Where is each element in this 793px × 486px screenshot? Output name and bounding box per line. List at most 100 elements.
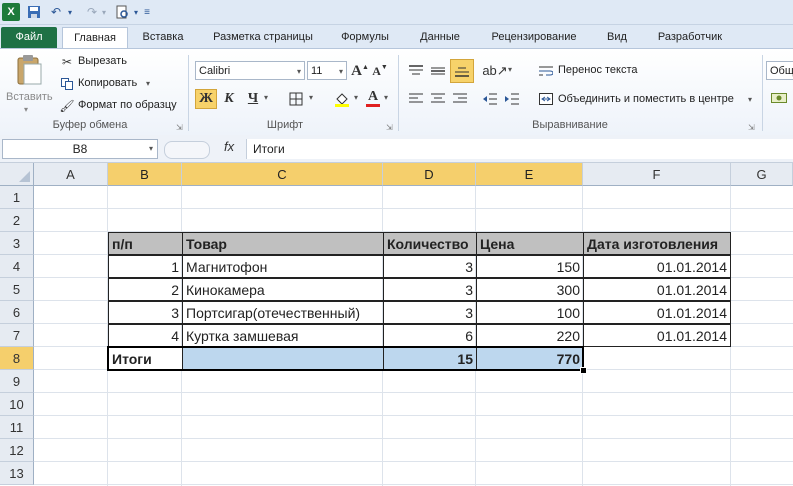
table-cell[interactable]: 6	[383, 324, 477, 347]
font-size-combo[interactable]: 11 ▾	[307, 61, 347, 80]
select-all-button[interactable]	[0, 163, 34, 186]
table-cell[interactable]: Кинокамера	[182, 278, 384, 301]
column-header-d[interactable]: D	[383, 163, 476, 186]
font-color-dropdown-icon[interactable]: ▾	[384, 93, 388, 102]
paste-button[interactable]: Вставить	[6, 91, 53, 103]
copy-button[interactable]: Копировать	[78, 77, 137, 89]
table-cell[interactable]: 220	[476, 324, 584, 347]
name-box[interactable]: B8 ▾	[2, 139, 158, 159]
table-header-cell[interactable]: Дата изготовления	[583, 232, 731, 255]
align-right-icon[interactable]	[450, 89, 470, 109]
orientation-dropdown-icon[interactable]: ▾	[508, 65, 512, 74]
totals-label-cell[interactable]: Итоги	[108, 347, 183, 370]
undo-dropdown-icon[interactable]: ▾	[66, 3, 74, 21]
tab-home[interactable]: Главная	[62, 27, 128, 49]
italic-button[interactable]: К	[220, 89, 238, 109]
borders-icon[interactable]	[286, 89, 306, 109]
table-cell[interactable]: 01.01.2014	[583, 255, 731, 278]
totals-empty-cell[interactable]	[182, 347, 384, 370]
table-cell[interactable]: 4	[108, 324, 183, 347]
table-cell[interactable]: 100	[476, 301, 584, 324]
align-center-icon[interactable]	[428, 89, 448, 109]
merge-dropdown-icon[interactable]: ▾	[748, 95, 752, 104]
align-top-icon[interactable]	[406, 61, 426, 81]
table-header-cell[interactable]: Товар	[182, 232, 384, 255]
table-cell[interactable]: 2	[108, 278, 183, 301]
wrap-text-button[interactable]: Перенос текста	[558, 64, 638, 76]
column-header-e[interactable]: E	[476, 163, 583, 186]
table-cell[interactable]: 3	[383, 255, 477, 278]
table-cell[interactable]: Портсигар(отечественный)	[182, 301, 384, 324]
tab-formulas[interactable]: Формулы	[332, 27, 398, 48]
underline-dropdown-icon[interactable]: ▾	[264, 93, 268, 102]
row-header[interactable]: 13	[0, 462, 34, 485]
table-cell[interactable]: 3	[108, 301, 183, 324]
tab-insert[interactable]: Вставка	[132, 27, 194, 48]
excel-icon[interactable]: X	[2, 3, 20, 21]
font-name-combo[interactable]: Calibri ▾	[195, 61, 305, 80]
decrease-indent-icon[interactable]	[480, 89, 500, 109]
row-header[interactable]: 8	[0, 347, 34, 370]
column-header-c[interactable]: C	[182, 163, 383, 186]
row-header[interactable]: 11	[0, 416, 34, 439]
table-cell[interactable]: 300	[476, 278, 584, 301]
redo-dropdown-icon[interactable]: ▾	[100, 3, 108, 21]
shrink-font-button[interactable]: A ▼	[372, 61, 388, 81]
column-header-f[interactable]: F	[583, 163, 731, 186]
cut-button[interactable]: Вырезать	[78, 55, 127, 67]
align-middle-icon[interactable]	[428, 61, 448, 81]
tab-data[interactable]: Данные	[406, 27, 474, 48]
totals-quantity-cell[interactable]: 15	[383, 347, 477, 370]
insert-function-icon[interactable]: fx	[224, 139, 234, 154]
paste-icon[interactable]	[14, 53, 44, 87]
row-header[interactable]: 2	[0, 209, 34, 232]
align-bottom-icon[interactable]	[450, 59, 474, 83]
row-header[interactable]: 9	[0, 370, 34, 393]
underline-button[interactable]: Ч	[244, 89, 262, 109]
table-cell[interactable]: Магнитофон	[182, 255, 384, 278]
currency-format-icon[interactable]	[770, 89, 788, 107]
table-header-cell[interactable]: Цена	[476, 232, 584, 255]
tab-page-layout[interactable]: Разметка страницы	[200, 27, 326, 48]
fill-handle[interactable]	[580, 367, 587, 374]
row-header[interactable]: 7	[0, 324, 34, 347]
table-cell[interactable]: 150	[476, 255, 584, 278]
paste-dropdown-icon[interactable]: ▾	[24, 105, 28, 114]
row-header[interactable]: 4	[0, 255, 34, 278]
column-header-a[interactable]: A	[34, 163, 108, 186]
print-preview-icon[interactable]	[114, 3, 130, 21]
table-cell[interactable]: Куртка замшевая	[182, 324, 384, 347]
redo-icon[interactable]: ↷	[84, 3, 100, 21]
save-icon[interactable]	[26, 3, 42, 21]
column-header-g[interactable]: G	[731, 163, 793, 186]
undo-icon[interactable]: ↶	[48, 3, 64, 21]
print-preview-dropdown-icon[interactable]: ▾	[132, 3, 140, 21]
customize-toolbar-icon[interactable]: ≡	[142, 3, 152, 21]
font-launcher-icon[interactable]: ⇲	[386, 123, 393, 132]
column-header-b[interactable]: B	[108, 163, 182, 186]
table-cell[interactable]: 3	[383, 278, 477, 301]
row-header[interactable]: 1	[0, 186, 34, 209]
bold-button[interactable]: Ж	[195, 89, 217, 109]
formula-input[interactable]: Итоги	[246, 139, 793, 159]
row-header[interactable]: 6	[0, 301, 34, 324]
alignment-launcher-icon[interactable]: ⇲	[748, 123, 755, 132]
number-format-combo[interactable]: Общ	[766, 61, 793, 80]
merge-center-button[interactable]: Объединить и поместить в центре	[558, 93, 734, 105]
grow-font-button[interactable]: A ▲	[351, 61, 369, 81]
formula-bar-resize-handle[interactable]	[164, 141, 210, 159]
tab-file[interactable]: Файл	[1, 27, 57, 48]
table-cell[interactable]: 01.01.2014	[583, 278, 731, 301]
table-cell[interactable]: 01.01.2014	[583, 324, 731, 347]
totals-price-cell[interactable]: 770	[476, 347, 584, 370]
format-painter-button[interactable]: Формат по образцу	[78, 99, 177, 111]
tab-review[interactable]: Рецензирование	[480, 27, 588, 48]
fill-color-icon[interactable]	[332, 89, 352, 109]
table-cell[interactable]: 3	[383, 301, 477, 324]
borders-dropdown-icon[interactable]: ▾	[309, 93, 313, 102]
align-left-icon[interactable]	[406, 89, 426, 109]
table-header-cell[interactable]: Количество	[383, 232, 477, 255]
tab-developer[interactable]: Разработчик	[644, 27, 736, 48]
fill-color-dropdown-icon[interactable]: ▾	[354, 93, 358, 102]
table-header-cell[interactable]: п/п	[108, 232, 183, 255]
